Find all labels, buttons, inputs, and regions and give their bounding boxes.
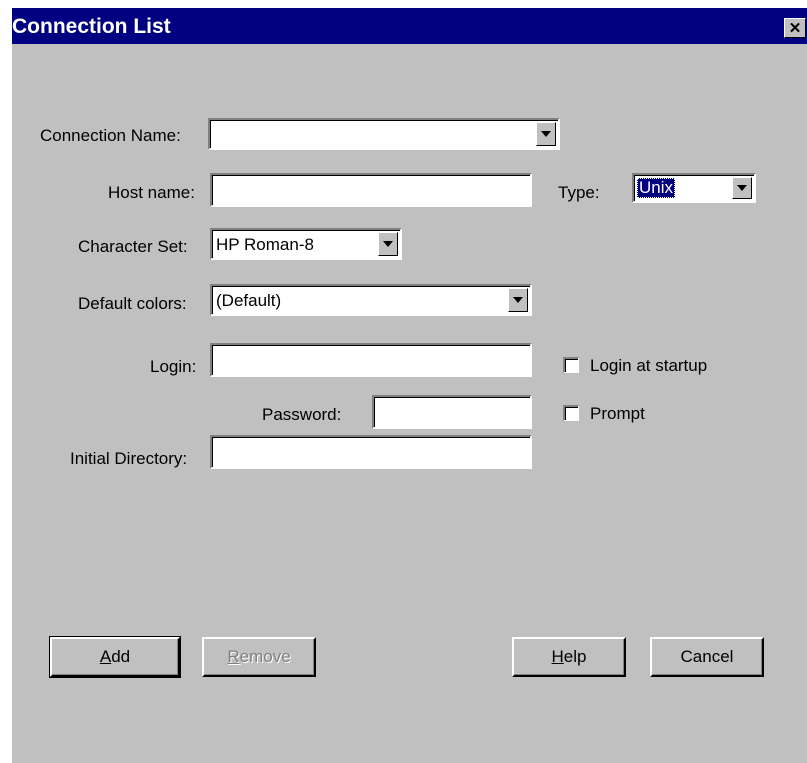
- cancel-button[interactable]: Cancel: [650, 637, 764, 677]
- default-colors-label: Default colors:: [78, 294, 187, 313]
- window-title: Connection List: [12, 15, 171, 38]
- character-set-dropdown-button[interactable]: [378, 232, 398, 256]
- chevron-down-icon: [737, 185, 747, 191]
- help-button-label: Help: [551, 647, 587, 666]
- host-name-label: Host name:: [108, 183, 195, 202]
- default-colors-select[interactable]: (Default): [210, 284, 532, 316]
- connection-name-label: Connection Name:: [40, 126, 181, 145]
- type-dropdown-button[interactable]: [732, 177, 752, 199]
- connection-list-dialog: Connection List ✕ Connection Name: Host …: [10, 8, 807, 763]
- password-input[interactable]: [372, 395, 532, 429]
- cancel-button-label: Cancel: [680, 647, 734, 666]
- initial-directory-input[interactable]: [210, 435, 532, 469]
- help-button[interactable]: Help: [512, 637, 626, 677]
- remove-button-label: Remove: [227, 647, 291, 666]
- login-input[interactable]: [210, 343, 532, 377]
- add-button[interactable]: Add: [49, 636, 181, 678]
- close-icon: ✕: [788, 19, 802, 37]
- chevron-down-icon: [383, 241, 393, 247]
- remove-button[interactable]: Remove: [202, 637, 316, 677]
- character-set-label: Character Set:: [78, 237, 188, 256]
- login-label: Login:: [150, 357, 197, 376]
- chevron-down-icon: [513, 297, 523, 303]
- host-name-input[interactable]: [210, 173, 532, 207]
- character-set-value: HP Roman-8: [216, 235, 314, 254]
- login-at-startup-checkbox[interactable]: [563, 357, 579, 373]
- login-at-startup-label[interactable]: Login at startup: [590, 356, 707, 376]
- type-label: Type:: [558, 183, 600, 202]
- default-colors-dropdown-button[interactable]: [508, 288, 528, 312]
- chevron-down-icon: [541, 131, 551, 137]
- title-bar: Connection List ✕: [12, 8, 807, 44]
- connection-name-combobox[interactable]: [208, 118, 560, 150]
- close-button[interactable]: ✕: [784, 18, 806, 38]
- character-set-select[interactable]: HP Roman-8: [210, 228, 402, 260]
- initial-directory-label: Initial Directory:: [70, 449, 188, 468]
- default-colors-value: (Default): [216, 291, 282, 310]
- prompt-checkbox[interactable]: [563, 405, 579, 421]
- connection-name-dropdown-button[interactable]: [536, 122, 556, 146]
- prompt-label[interactable]: Prompt: [590, 404, 645, 424]
- password-label: Password:: [262, 405, 342, 424]
- add-button-label: Add: [99, 647, 131, 666]
- type-value: Unix: [637, 178, 676, 198]
- type-select[interactable]: Unix: [632, 173, 756, 203]
